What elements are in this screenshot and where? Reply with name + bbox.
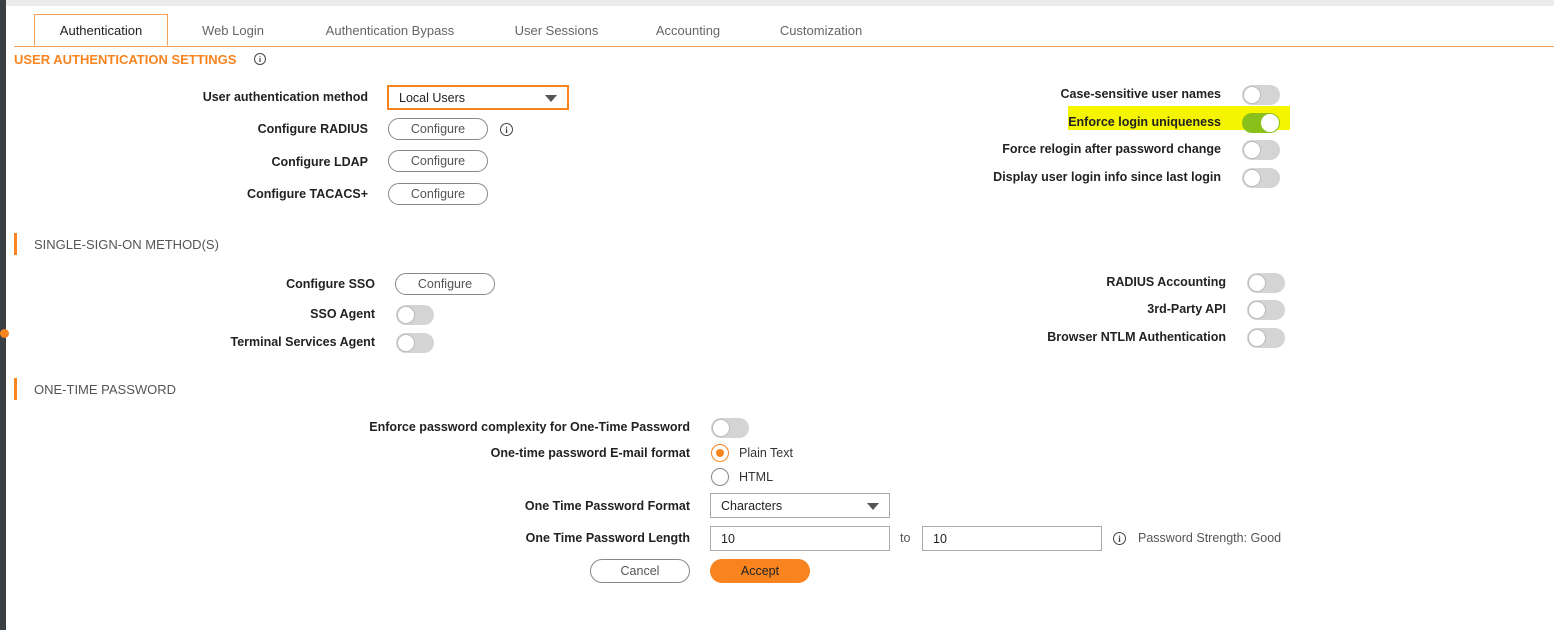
display-login-info-toggle[interactable] (1242, 168, 1280, 188)
configure-radius-label: Configure RADIUS (257, 122, 368, 136)
otp-format-select[interactable]: Characters (710, 493, 890, 518)
configure-ldap-label: Configure LDAP (271, 155, 368, 169)
sso-section-marker (14, 233, 17, 255)
tab-customization[interactable]: Customization (762, 14, 880, 46)
display-login-info-label: Display user login info since last login (993, 170, 1221, 184)
third-party-api-toggle[interactable] (1247, 300, 1285, 320)
strength-info-icon[interactable]: i (1113, 532, 1126, 545)
otp-complexity-label: Enforce password complexity for One-Time… (369, 420, 690, 434)
otp-length-to-label: to (900, 531, 911, 545)
radio-plain-text-label: Plain Text (739, 446, 793, 460)
enforce-login-uniqueness-toggle[interactable] (1242, 113, 1280, 133)
radius-accounting-label: RADIUS Accounting (1106, 275, 1226, 289)
browser-ntlm-label: Browser NTLM Authentication (1047, 330, 1226, 344)
case-sensitive-label: Case-sensitive user names (1060, 87, 1221, 101)
info-icon[interactable]: i (254, 53, 266, 65)
otp-length-max-value: 10 (933, 531, 947, 546)
otp-section-marker (14, 378, 17, 400)
auth-method-select[interactable]: Local Users (387, 85, 569, 110)
case-sensitive-toggle[interactable] (1242, 85, 1280, 105)
otp-format-label: One Time Password Format (524, 499, 690, 513)
cancel-button[interactable]: Cancel (590, 559, 690, 583)
tab-authentication[interactable]: Authentication (34, 14, 168, 46)
terminal-services-label: Terminal Services Agent (230, 335, 375, 349)
configure-radius-button[interactable]: Configure (388, 118, 488, 140)
sso-agent-toggle[interactable] (396, 305, 434, 325)
radius-accounting-toggle[interactable] (1247, 273, 1285, 293)
configure-sso-button[interactable]: Configure (395, 273, 495, 295)
tab-user-sessions[interactable]: User Sessions (500, 14, 613, 46)
otp-length-max-input[interactable]: 10 (922, 526, 1102, 551)
user-auth-title-text: USER AUTHENTICATION SETTINGS (14, 52, 237, 67)
radio-html[interactable] (711, 468, 729, 486)
configure-tacacs-label: Configure TACACS+ (247, 187, 368, 201)
left-edge-bar (0, 0, 6, 630)
tab-authentication-bypass[interactable]: Authentication Bypass (305, 14, 475, 46)
otp-section-title: ONE-TIME PASSWORD (34, 382, 177, 397)
tab-accounting[interactable]: Accounting (638, 14, 738, 46)
otp-format-value: Characters (721, 498, 783, 513)
otp-email-format-label: One-time password E-mail format (490, 446, 690, 460)
enforce-login-uniqueness-label: Enforce login uniqueness (1068, 115, 1221, 129)
terminal-services-toggle[interactable] (396, 333, 434, 353)
auth-method-value: Local Users (399, 90, 465, 105)
sso-section-title: SINGLE-SIGN-ON METHOD(S) (34, 237, 219, 252)
password-strength-text: Password Strength: Good (1138, 531, 1282, 545)
top-strip (6, 0, 1554, 6)
tab-web-login[interactable]: Web Login (183, 14, 283, 46)
chevron-down-icon (867, 502, 879, 510)
browser-ntlm-toggle[interactable] (1247, 328, 1285, 348)
left-edge-indicator (0, 329, 9, 338)
otp-complexity-toggle[interactable] (711, 418, 749, 438)
third-party-api-label: 3rd-Party API (1147, 302, 1226, 316)
user-auth-section-title: USER AUTHENTICATION SETTINGS (14, 52, 236, 67)
sso-agent-label: SSO Agent (310, 307, 375, 321)
otp-length-label: One Time Password Length (525, 531, 690, 545)
otp-length-min-value: 10 (721, 531, 735, 546)
tab-bar-underline (14, 46, 1554, 47)
radio-html-label: HTML (739, 470, 774, 484)
configure-sso-label: Configure SSO (286, 277, 375, 291)
configure-ldap-button[interactable]: Configure (388, 150, 488, 172)
otp-length-min-input[interactable]: 10 (710, 526, 890, 551)
force-relogin-toggle[interactable] (1242, 140, 1280, 160)
radio-plain-text[interactable] (711, 444, 729, 462)
force-relogin-label: Force relogin after password change (1002, 142, 1221, 156)
auth-method-label: User authentication method (202, 90, 368, 104)
configure-tacacs-button[interactable]: Configure (388, 183, 488, 205)
radius-info-icon[interactable]: i (500, 123, 513, 136)
accept-button[interactable]: Accept (710, 559, 810, 583)
chevron-down-icon (545, 94, 557, 102)
